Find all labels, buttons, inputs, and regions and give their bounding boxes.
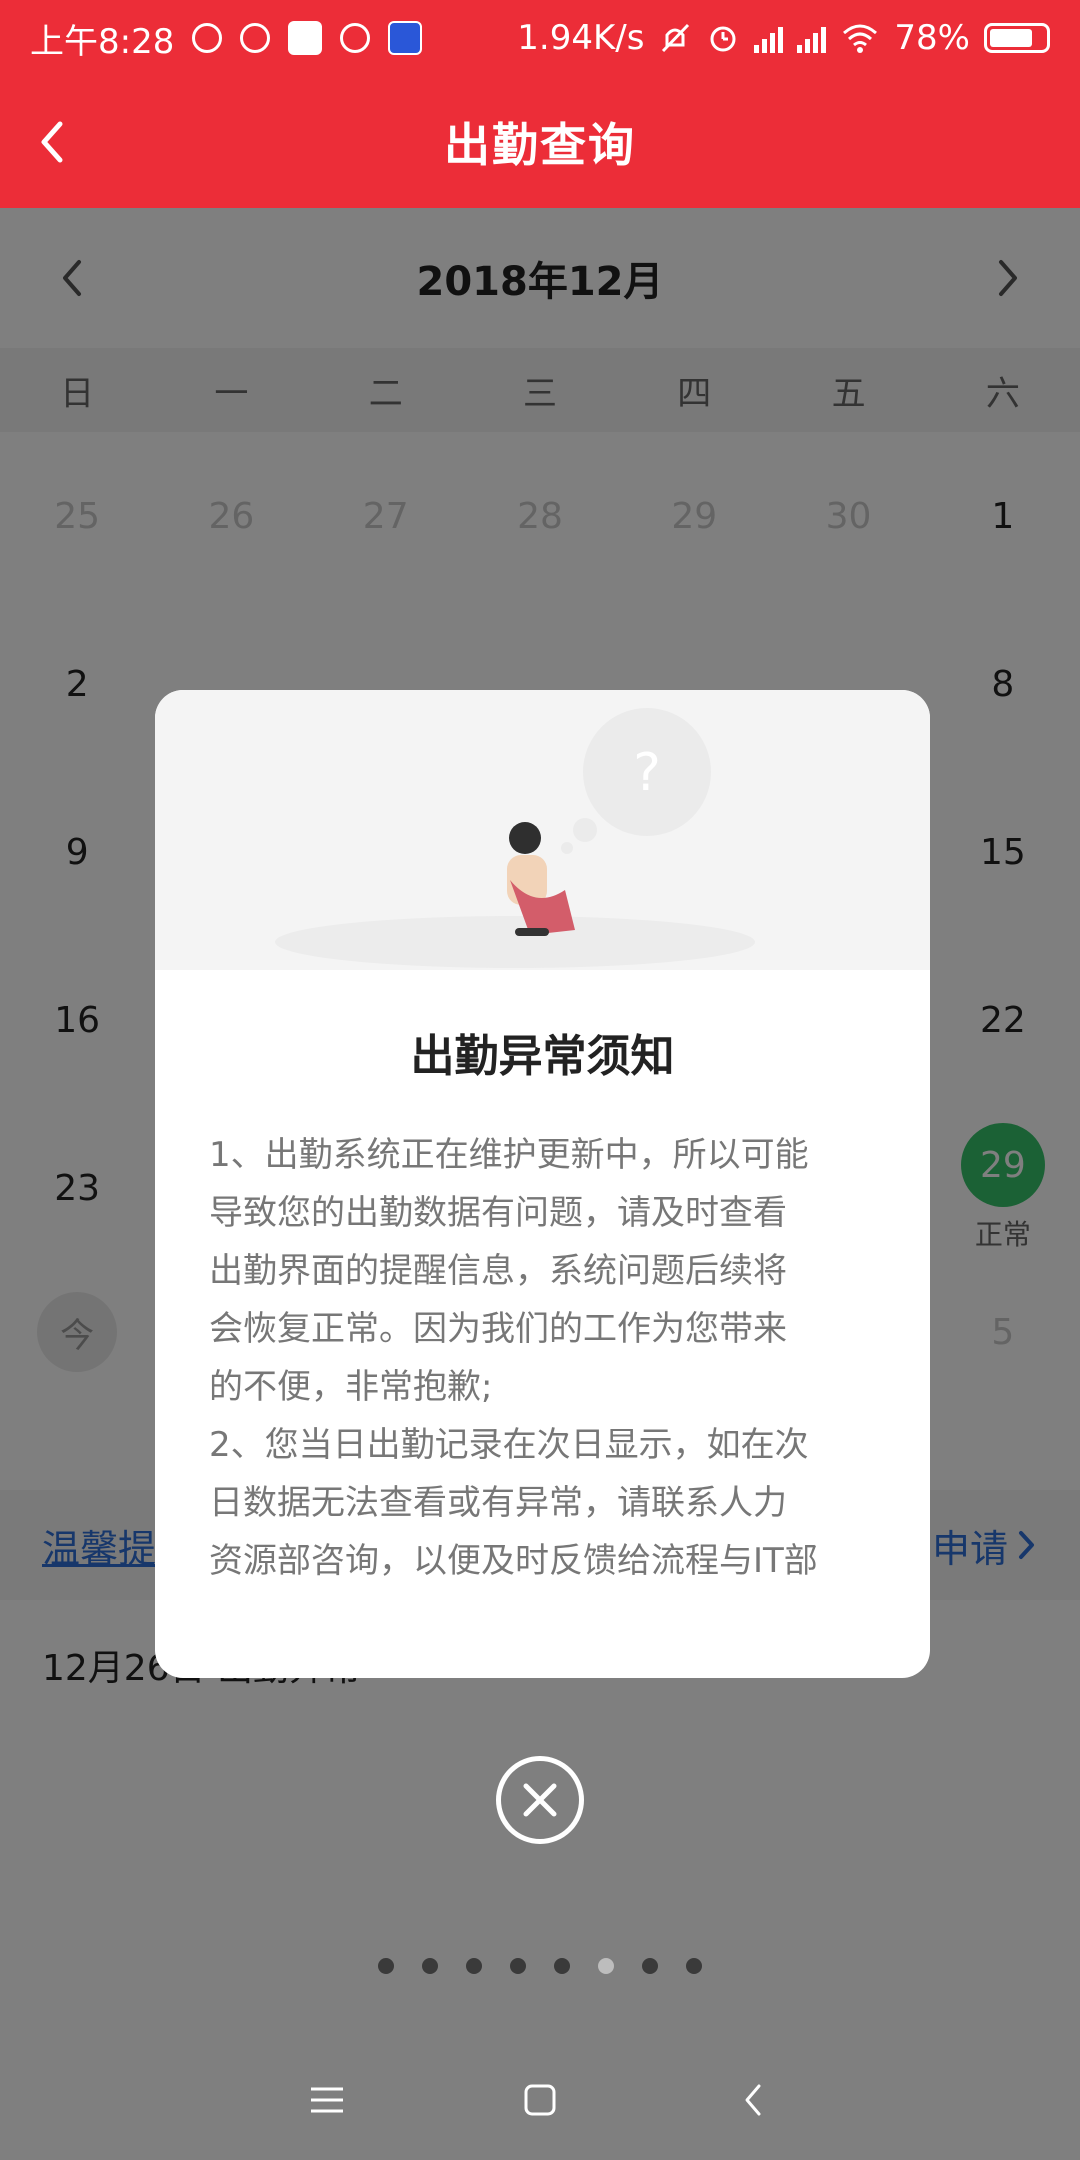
chat-icon	[340, 23, 371, 53]
back-chevron-icon	[745, 2084, 761, 2116]
dialog-line: 1、出勤系统正在维护更新中，所以可能	[209, 1135, 809, 1175]
page-dot[interactable]	[422, 1958, 438, 1974]
page-dot[interactable]	[554, 1958, 570, 1974]
close-icon	[523, 1783, 557, 1817]
page-dot[interactable]	[642, 1958, 658, 1974]
attendance-notice-dialog: ? 出勤异常须知 1、出勤系统正在维护更新中，所以可能 导致您的出勤数据有问题，…	[155, 690, 930, 1678]
home-square-icon	[524, 2084, 556, 2116]
wifi-icon	[843, 24, 878, 53]
back-nav-button[interactable]	[723, 2070, 783, 2130]
alarm-icon	[710, 26, 736, 52]
menu-icon	[310, 2087, 343, 2113]
notification-icon	[192, 23, 223, 53]
confused-person-illustration: ?	[155, 690, 930, 970]
page-dot[interactable]	[466, 1958, 482, 1974]
menu-nav-button[interactable]	[297, 2070, 357, 2130]
system-nav-bar	[0, 2040, 1080, 2160]
dialog-line: 日数据无法查看或有异常，请联系人力	[209, 1483, 787, 1523]
app-notification-icon	[288, 21, 323, 55]
dialog-body: 1、出勤系统正在维护更新中，所以可能 导致您的出勤数据有问题，请及时查看 出勤界…	[209, 1126, 876, 1596]
illustration-art: ?	[275, 708, 755, 968]
chevron-left-icon	[41, 121, 63, 163]
battery-icon	[984, 23, 1050, 53]
dialog-line: 会恢复正常。因为我们的工作为您带来	[209, 1309, 787, 1349]
dialog-line: 资源部咨询，以便及时反馈给流程与IT部	[209, 1541, 818, 1581]
signal-icon	[754, 23, 784, 53]
mute-icon	[662, 23, 690, 53]
status-time: 上午8:28	[30, 21, 175, 62]
dialog-line: 出勤界面的提醒信息，系统问题后续将	[209, 1251, 787, 1291]
battery-percent: 78%	[894, 18, 970, 58]
signal-icon-2	[797, 23, 827, 53]
title-bar: 出勤查询	[0, 76, 1080, 208]
svg-text:?: ?	[633, 743, 661, 803]
dialog-line: 2、您当日出勤记录在次日显示，如在次	[209, 1425, 809, 1465]
app-icon	[388, 21, 423, 55]
page-dot[interactable]	[378, 1958, 394, 1974]
page-title: 出勤查询	[444, 118, 636, 172]
page-dot[interactable]	[686, 1958, 702, 1974]
page-indicator	[0, 1958, 1080, 1974]
back-button[interactable]	[22, 112, 82, 172]
network-speed: 1.94K/s	[517, 18, 645, 58]
home-nav-button[interactable]	[510, 2070, 570, 2130]
page-dot-active[interactable]	[598, 1958, 614, 1974]
dialog-line: 导致您的出勤数据有问题，请及时查看	[209, 1193, 787, 1233]
dialog-line: 的不便，非常抱歉;	[209, 1367, 493, 1407]
missed-call-icon	[240, 23, 271, 53]
close-dialog-button[interactable]	[496, 1756, 584, 1844]
page-dot[interactable]	[510, 1958, 526, 1974]
status-bar: 上午8:28 1.94K/s 78%	[0, 0, 1080, 76]
dialog-title: 出勤异常须知	[410, 1031, 675, 1082]
